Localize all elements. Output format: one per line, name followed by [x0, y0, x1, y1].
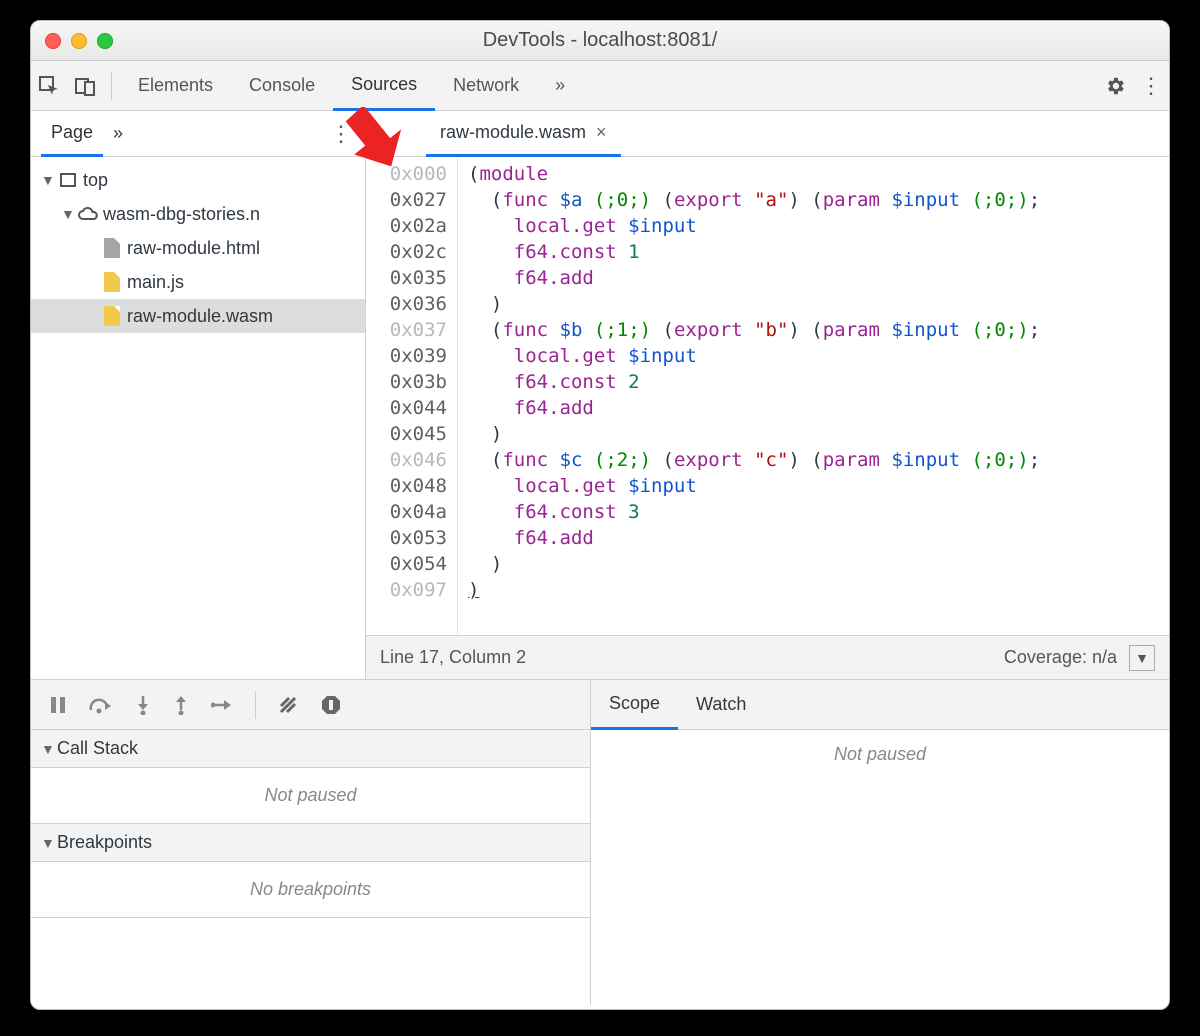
pause-on-exceptions-icon[interactable] [320, 694, 342, 716]
tab-elements[interactable]: Elements [120, 61, 231, 111]
separator [255, 691, 256, 719]
tab-sources[interactable]: Sources [333, 61, 435, 111]
inspect-element-icon[interactable] [31, 68, 67, 104]
cloud-icon [77, 206, 99, 222]
close-window-button[interactable] [45, 33, 61, 49]
frame-icon [57, 173, 79, 187]
tree-label: top [79, 170, 108, 191]
breakpoints-body: No breakpoints [31, 862, 590, 918]
callstack-header[interactable]: ▼ Call Stack [31, 730, 590, 768]
watch-tab[interactable]: Watch [678, 680, 764, 730]
cursor-position: Line 17, Column 2 [380, 647, 526, 668]
kebab-menu-icon[interactable]: ⋮ [1133, 68, 1169, 104]
scope-body: Not paused [591, 730, 1169, 1005]
tree-label: wasm-dbg-stories.n [99, 204, 260, 225]
disclosure-triangle-icon: ▼ [41, 741, 57, 757]
debugger-toolbar: Scope Watch [31, 679, 1169, 729]
device-toolbar-icon[interactable] [67, 68, 103, 104]
file-icon [101, 272, 123, 292]
section-title: Call Stack [57, 738, 138, 759]
titlebar: DevTools - localhost:8081/ [31, 21, 1169, 61]
file-tree: ▼ top ▼ wasm-dbg-stories.n raw-module.ht… [31, 157, 366, 679]
tree-label: raw-module.html [123, 238, 260, 259]
tab-console[interactable]: Console [231, 61, 333, 111]
disclosure-triangle-icon: ▼ [61, 206, 77, 222]
step-out-icon[interactable] [173, 695, 189, 715]
tree-file-html[interactable]: raw-module.html [31, 231, 365, 265]
deactivate-breakpoints-icon[interactable] [278, 695, 298, 715]
tree-file-wasm[interactable]: raw-module.wasm [31, 299, 365, 333]
editor-pane: 0x0000x0270x02a0x02c0x0350x0360x0370x039… [366, 157, 1169, 679]
file-icon [101, 306, 123, 326]
tab-overflow[interactable]: » [537, 61, 583, 111]
tree-file-js[interactable]: main.js [31, 265, 365, 299]
editor-tab-label: raw-module.wasm [440, 122, 586, 143]
navigator-tab-page[interactable]: Page [41, 111, 103, 157]
code-area[interactable]: 0x0000x0270x02a0x02c0x0350x0360x0370x039… [366, 157, 1169, 635]
tab-network[interactable]: Network [435, 61, 537, 111]
callstack-body: Not paused [31, 768, 590, 824]
pause-icon[interactable] [49, 696, 67, 714]
step-over-icon[interactable] [89, 696, 113, 714]
navigator-menu-icon[interactable]: ⋮ [327, 121, 355, 147]
minimize-window-button[interactable] [71, 33, 87, 49]
tree-origin[interactable]: ▼ wasm-dbg-stories.n [31, 197, 365, 231]
step-into-icon[interactable] [135, 695, 151, 715]
disclosure-triangle-icon: ▼ [41, 835, 57, 851]
scope-tab[interactable]: Scope [591, 680, 678, 730]
tree-label: raw-module.wasm [123, 306, 273, 327]
editor-tab-raw-module-wasm[interactable]: raw-module.wasm × [426, 111, 621, 157]
disclosure-triangle-icon: ▼ [41, 172, 57, 188]
coverage-status: Coverage: n/a [1004, 647, 1117, 668]
tree-label: main.js [123, 272, 184, 293]
window-title: DevTools - localhost:8081/ [483, 29, 718, 52]
breakpoints-header[interactable]: ▼ Breakpoints [31, 824, 590, 862]
debugger-panels: ▼ Call Stack Not paused ▼ Breakpoints No… [31, 729, 1169, 1005]
step-icon[interactable] [211, 697, 233, 713]
gutter[interactable]: 0x0000x0270x02a0x02c0x0350x0360x0370x039… [366, 157, 458, 635]
section-title: Breakpoints [57, 832, 152, 853]
devtools-window: DevTools - localhost:8081/ Elements Cons… [30, 20, 1170, 1010]
settings-icon[interactable] [1097, 68, 1133, 104]
status-dropdown-icon[interactable]: ▼ [1129, 645, 1155, 671]
code-content[interactable]: (module (func $a (;0;) (export "a") (par… [458, 157, 1169, 635]
editor-status-bar: Line 17, Column 2 Coverage: n/a ▼ [366, 635, 1169, 679]
navigator-bar: Page » ⋮ raw-module.wasm × [31, 111, 1169, 157]
navigator-tab-overflow[interactable]: » [103, 111, 133, 157]
zoom-window-button[interactable] [97, 33, 113, 49]
tree-frame-top[interactable]: ▼ top [31, 163, 365, 197]
separator [111, 72, 112, 100]
window-controls [45, 33, 113, 49]
close-tab-icon[interactable]: × [596, 122, 607, 143]
main-tab-bar: Elements Console Sources Network » ⋮ [31, 61, 1169, 111]
file-icon [101, 238, 123, 258]
